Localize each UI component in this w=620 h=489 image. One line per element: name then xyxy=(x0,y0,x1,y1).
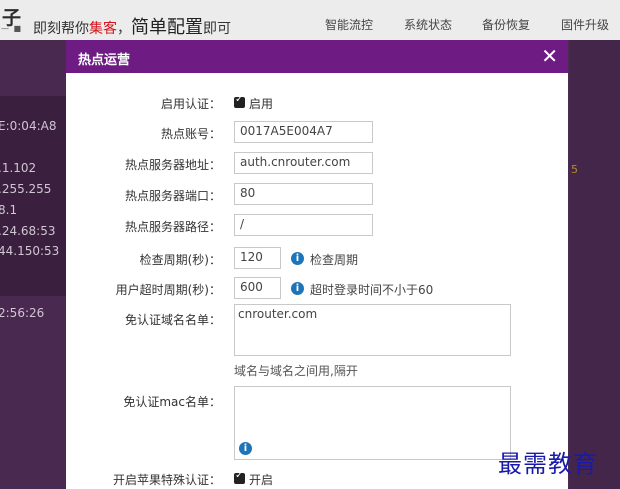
background-text: 2:56:26 xyxy=(0,306,45,320)
slogan-big: 简单配置 xyxy=(131,17,203,38)
nav-smart-traffic[interactable]: 智能流控 xyxy=(325,16,373,33)
slogan-pre: 即刻帮你 xyxy=(33,21,89,37)
background-right-mark: 5 xyxy=(571,163,578,176)
hotspot-account-input[interactable]: 0017A5E004A7 xyxy=(234,121,373,143)
enable-auth-label: 启用认证： xyxy=(160,97,221,111)
background-right-panel xyxy=(570,40,620,489)
mac-whitelist-label: 免认证mac名单： xyxy=(123,395,221,409)
info-icon: i xyxy=(291,282,304,295)
mac-whitelist-textarea[interactable] xyxy=(234,386,511,460)
slogan-mid: ， xyxy=(117,21,131,37)
server-port-label: 热点服务器端口： xyxy=(124,189,221,203)
hotspot-account-label: 热点账号： xyxy=(160,127,221,141)
check-period-label: 检查周期(秒)： xyxy=(139,253,221,267)
info-icon: i xyxy=(239,442,252,455)
domain-whitelist-textarea[interactable]: cnrouter.com xyxy=(234,304,511,356)
background-text: .1.102 xyxy=(0,161,37,175)
dialog-title: 热点运营 xyxy=(78,53,131,68)
nav-firmware-upgrade[interactable]: 固件升级 xyxy=(561,16,609,33)
server-path-label: 热点服务器路径： xyxy=(124,220,221,234)
hotspot-dialog: 热点运营 ✕ 启用认证： 启用 热点账号： 0017A5E004A7 热点服务器… xyxy=(66,40,568,489)
check-period-hint: 检查周期 xyxy=(310,253,359,267)
background-text: 8.1 xyxy=(0,203,18,217)
apple-auth-checkbox[interactable] xyxy=(234,470,245,484)
watermark: 最需教育 xyxy=(498,450,598,478)
dialog-header: 热点运营 ✕ xyxy=(66,40,568,73)
apple-auth-label: 开启苹果特殊认证： xyxy=(112,473,221,487)
slogan-highlight: 集客 xyxy=(89,21,117,37)
nav-backup-restore[interactable]: 备份恢复 xyxy=(482,16,530,33)
server-path-input[interactable]: / xyxy=(234,214,373,236)
close-icon[interactable]: ✕ xyxy=(541,44,558,68)
slogan: 即刻帮你集客，简单配置即可 xyxy=(33,13,231,39)
slogan-post: 即可 xyxy=(203,21,231,37)
check-period-input[interactable]: 120 xyxy=(234,247,281,269)
server-address-label: 热点服务器地址： xyxy=(124,158,221,172)
enable-auth-checkbox-label: 启用 xyxy=(249,97,274,111)
domain-whitelist-label: 免认证域名名单： xyxy=(124,313,221,327)
top-header: 子 — ■ 即刻帮你集客，简单配置即可 智能流控 系统状态 备份恢复 固件升级 xyxy=(0,0,620,40)
user-timeout-label: 用户超时周期(秒)： xyxy=(115,283,221,297)
server-port-input[interactable]: 80 xyxy=(234,183,373,205)
background-text: .255.255 xyxy=(0,182,52,196)
apple-auth-checkbox-label: 开启 xyxy=(249,473,274,487)
background-text: E:0:04:A8 xyxy=(0,119,57,133)
info-icon: i xyxy=(291,252,304,265)
enable-auth-checkbox[interactable] xyxy=(234,94,245,108)
user-timeout-input[interactable]: 600 xyxy=(234,277,281,299)
server-address-input[interactable]: auth.cnrouter.com xyxy=(234,152,373,174)
nav-system-status[interactable]: 系统状态 xyxy=(404,16,452,33)
logo-subtext: — ■ xyxy=(1,24,23,33)
user-timeout-hint: 超时登录时间不小于60 xyxy=(310,283,434,297)
domain-whitelist-hint: 域名与域名之间用,隔开 xyxy=(234,364,358,378)
background-text: 44.150:53 xyxy=(0,244,60,258)
background-text: .24.68:53 xyxy=(0,224,56,238)
